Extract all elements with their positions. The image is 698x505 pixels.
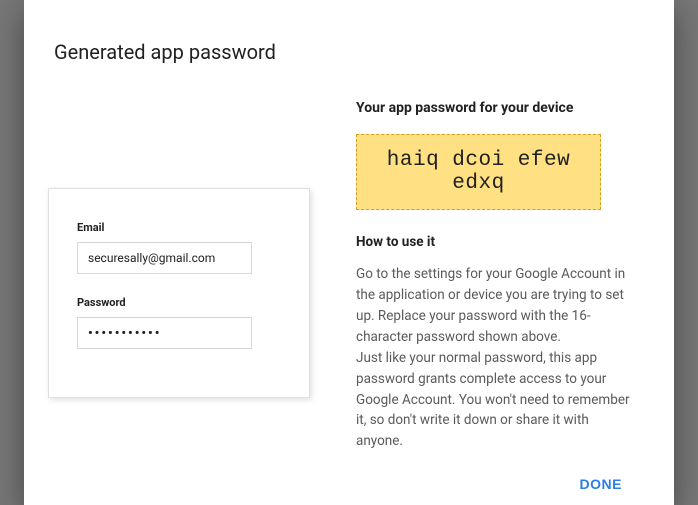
- device-login-card: Email securesally@gmail.com Password •••…: [48, 188, 310, 398]
- email-value: securesally@gmail.com: [88, 251, 215, 265]
- done-button[interactable]: DONE: [572, 470, 630, 498]
- email-field: securesally@gmail.com: [77, 242, 252, 274]
- modal-title: Generated app password: [54, 40, 630, 64]
- instructions-paragraph-1: Go to the settings for your Google Accou…: [356, 266, 625, 345]
- email-label: Email: [77, 221, 281, 234]
- generated-password-box: haiq dcoi efew edxq: [356, 134, 601, 210]
- instructions-column: Your app password for your device haiq d…: [316, 100, 630, 452]
- modal-content: Email securesally@gmail.com Password •••…: [54, 100, 630, 452]
- password-label: Password: [77, 296, 281, 309]
- howto-heading: How to use it: [356, 234, 630, 250]
- app-password-heading: Your app password for your device: [356, 100, 630, 116]
- app-password-modal: Generated app password Email securesally…: [24, 0, 674, 505]
- generated-password-value: haiq dcoi efew edxq: [387, 149, 570, 195]
- device-preview-column: Email securesally@gmail.com Password •••…: [54, 100, 316, 452]
- instructions-paragraph-2: Just like your normal password, this app…: [356, 350, 630, 450]
- password-masked: •••••••••••: [88, 326, 161, 341]
- instructions-text: Go to the settings for your Google Accou…: [356, 264, 630, 452]
- modal-footer: DONE: [54, 470, 630, 498]
- password-field: •••••••••••: [77, 317, 252, 349]
